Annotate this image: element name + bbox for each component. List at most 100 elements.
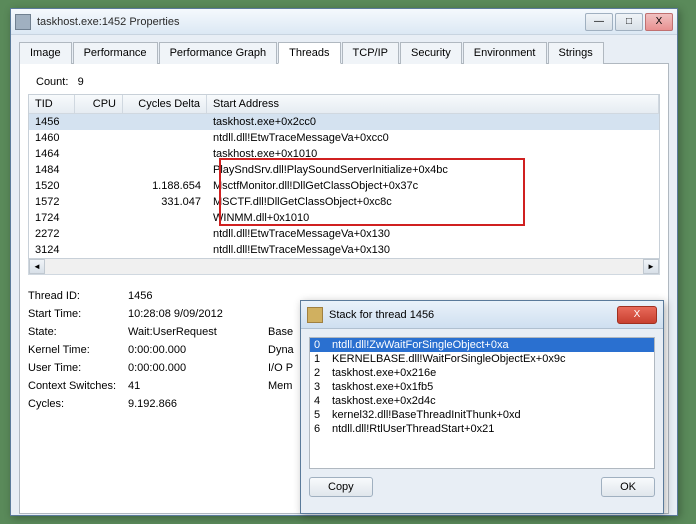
stack-index: 5 — [314, 409, 332, 421]
tab-tcp/ip[interactable]: TCP/IP — [342, 42, 399, 64]
stack-index: 0 — [314, 339, 332, 351]
detail-value: 1456 — [128, 290, 268, 302]
table-row[interactable]: 1456 taskhost.exe+0x2cc0 — [29, 114, 659, 130]
cell-cpu — [75, 163, 123, 177]
cell-cpu — [75, 227, 123, 241]
cell-cycles — [123, 243, 207, 257]
stack-title: Stack for thread 1456 — [329, 309, 615, 321]
stack-window: Stack for thread 1456 X 0ntdll.dll!ZwWai… — [300, 300, 664, 514]
cell-addr: taskhost.exe+0x1010 — [207, 147, 659, 161]
tabset: ImagePerformancePerformance GraphThreads… — [19, 41, 669, 64]
table-row[interactable]: 1464 taskhost.exe+0x1010 — [29, 146, 659, 162]
stack-index: 2 — [314, 367, 332, 379]
cell-addr: WINMM.dll+0x1010 — [207, 211, 659, 225]
tab-image[interactable]: Image — [19, 42, 72, 64]
cell-tid: 1464 — [29, 147, 75, 161]
threads-grid: TID CPU Cycles Delta Start Address 1456 t… — [28, 94, 660, 259]
table-row[interactable]: 1520 1.188.654MsctfMonitor.dll!DllGetClas… — [29, 178, 659, 194]
app-icon — [15, 14, 31, 30]
cell-cycles — [123, 115, 207, 129]
detail-label: Cycles: — [28, 398, 128, 410]
count-label: Count: — [36, 76, 68, 88]
close-button[interactable]: X — [645, 13, 673, 31]
scroll-left-icon[interactable]: ◄ — [29, 259, 45, 274]
stack-list[interactable]: 0ntdll.dll!ZwWaitForSingleObject+0xa1KER… — [309, 337, 655, 469]
scroll-track[interactable] — [45, 259, 643, 274]
tab-performance-graph[interactable]: Performance Graph — [159, 42, 278, 64]
cell-tid: 1724 — [29, 211, 75, 225]
stack-index: 6 — [314, 423, 332, 435]
cell-tid: 1484 — [29, 163, 75, 177]
stack-icon — [307, 307, 323, 323]
horizontal-scrollbar[interactable]: ◄ ► — [28, 259, 660, 275]
detail-value: 9.192.866 — [128, 398, 268, 410]
cell-cycles: 1.188.654 — [123, 179, 207, 193]
detail-extra: I/O P — [268, 362, 293, 374]
detail-label: Thread ID: — [28, 290, 128, 302]
stack-row[interactable]: 4taskhost.exe+0x2d4c — [310, 394, 654, 408]
table-row[interactable]: 3124 ntdll.dll!EtwTraceMessageVa+0x130 — [29, 242, 659, 258]
stack-frame: taskhost.exe+0x216e — [332, 367, 436, 379]
tab-security[interactable]: Security — [400, 42, 462, 64]
cell-addr: MsctfMonitor.dll!DllGetClassObject+0x37c — [207, 179, 659, 193]
cell-cpu — [75, 131, 123, 145]
tab-threads[interactable]: Threads — [278, 42, 340, 64]
cell-tid: 1520 — [29, 179, 75, 193]
ok-button[interactable]: OK — [601, 477, 655, 497]
detail-value: 41 — [128, 380, 268, 392]
table-row[interactable]: 1724 WINMM.dll+0x1010 — [29, 210, 659, 226]
table-row[interactable]: 1460ntdll.dll!EtwTraceMessageVa+0xcc0 — [29, 130, 659, 146]
copy-button[interactable]: Copy — [309, 477, 373, 497]
col-cpu[interactable]: CPU — [75, 95, 123, 113]
stack-titlebar[interactable]: Stack for thread 1456 X — [301, 301, 663, 329]
stack-row[interactable]: 1KERNELBASE.dll!WaitForSingleObjectEx+0x… — [310, 352, 654, 366]
minimize-button[interactable]: — — [585, 13, 613, 31]
cell-cpu — [75, 147, 123, 161]
stack-frame: kernel32.dll!BaseThreadInitThunk+0xd — [332, 409, 521, 421]
stack-row[interactable]: 5kernel32.dll!BaseThreadInitThunk+0xd — [310, 408, 654, 422]
detail-label: Context Switches: — [28, 380, 128, 392]
stack-close-button[interactable]: X — [617, 306, 657, 324]
stack-frame: taskhost.exe+0x1fb5 — [332, 381, 433, 393]
stack-row[interactable]: 2taskhost.exe+0x216e — [310, 366, 654, 380]
cell-addr: taskhost.exe+0x2cc0 — [207, 115, 659, 129]
detail-value: 0:00:00.000 — [128, 362, 268, 374]
titlebar[interactable]: taskhost.exe:1452 Properties — □ X — [11, 9, 677, 35]
table-row[interactable]: 1484 PlaySndSrv.dll!PlaySoundServerInitia… — [29, 162, 659, 178]
cell-cycles — [123, 163, 207, 177]
cell-addr: PlaySndSrv.dll!PlaySoundServerInitialize… — [207, 163, 659, 177]
cell-cycles: 331.047 — [123, 195, 207, 209]
tab-strings[interactable]: Strings — [548, 42, 604, 64]
detail-extra: Mem — [268, 380, 292, 392]
cell-tid: 2272 — [29, 227, 75, 241]
cell-cpu — [75, 195, 123, 209]
table-row[interactable]: 2272ntdll.dll!EtwTraceMessageVa+0x130 — [29, 226, 659, 242]
cell-cycles — [123, 131, 207, 145]
cell-addr: ntdll.dll!EtwTraceMessageVa+0x130 — [207, 243, 659, 257]
cell-tid: 1460 — [29, 131, 75, 145]
cell-cpu — [75, 179, 123, 193]
stack-row[interactable]: 0ntdll.dll!ZwWaitForSingleObject+0xa — [310, 338, 654, 352]
stack-row[interactable]: 6ntdll.dll!RtlUserThreadStart+0x21 — [310, 422, 654, 436]
col-addr[interactable]: Start Address — [207, 95, 659, 113]
stack-frame: ntdll.dll!RtlUserThreadStart+0x21 — [332, 423, 494, 435]
col-cycles[interactable]: Cycles Delta — [123, 95, 207, 113]
scroll-right-icon[interactable]: ► — [643, 259, 659, 274]
stack-body: 0ntdll.dll!ZwWaitForSingleObject+0xa1KER… — [301, 329, 663, 505]
cell-tid: 1456 — [29, 115, 75, 129]
stack-index: 1 — [314, 353, 332, 365]
stack-row[interactable]: 3taskhost.exe+0x1fb5 — [310, 380, 654, 394]
window-title: taskhost.exe:1452 Properties — [37, 16, 583, 28]
tab-environment[interactable]: Environment — [463, 42, 547, 64]
cell-tid: 3124 — [29, 243, 75, 257]
cell-cpu — [75, 243, 123, 257]
table-row[interactable]: 1572331.047MSCTF.dll!DllGetClassObject+0… — [29, 194, 659, 210]
tab-performance[interactable]: Performance — [73, 42, 158, 64]
col-tid[interactable]: TID — [29, 95, 75, 113]
detail-extra: Dyna — [268, 344, 294, 356]
stack-frame: taskhost.exe+0x2d4c — [332, 395, 436, 407]
detail-value: 0:00:00.000 — [128, 344, 268, 356]
grid-header: TID CPU Cycles Delta Start Address — [29, 95, 659, 114]
maximize-button[interactable]: □ — [615, 13, 643, 31]
stack-frame: ntdll.dll!ZwWaitForSingleObject+0xa — [332, 339, 509, 351]
